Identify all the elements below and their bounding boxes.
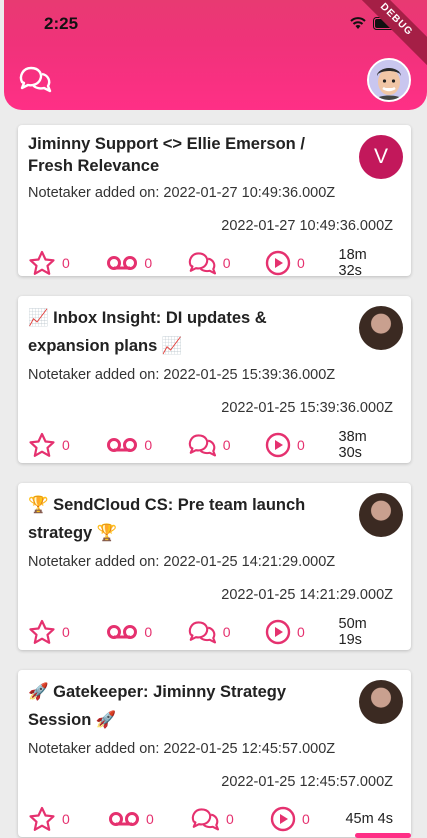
avatar: V xyxy=(359,135,403,179)
star-button[interactable]: 0 xyxy=(28,432,106,458)
comments-button[interactable]: 0 xyxy=(187,250,265,276)
card-title: 📈 Inbox Insight: DI updates & expansion … xyxy=(28,309,267,355)
card-date: 2022-01-25 15:39:36.000Z xyxy=(221,400,393,416)
cartoon-face-icon xyxy=(369,60,409,100)
duration: 38m 30s xyxy=(338,429,367,461)
card-title: Jiminny Support <> Ellie Emerson / Fresh… xyxy=(28,135,305,175)
card-title: 🚀 Gatekeeper: Jiminny Strategy Session 🚀 xyxy=(28,683,287,729)
recording-list: Jiminny Support <> Ellie Emerson / Fresh… xyxy=(18,125,411,838)
voicemail-icon xyxy=(107,625,138,639)
play-button[interactable]: 0 xyxy=(270,806,345,832)
notetaker-added: Notetaker added on: 2022-01-25 14:21:29.… xyxy=(28,554,336,570)
play-button[interactable]: 0 xyxy=(265,619,338,645)
app-screen: 2:25 DEBUG Jiminny Support <> Ellie Emer… xyxy=(0,0,427,838)
star-button[interactable]: 0 xyxy=(28,619,106,645)
voicemail-button[interactable]: 0 xyxy=(106,255,186,271)
card-date: 2022-01-27 10:49:36.000Z xyxy=(221,218,393,234)
plays-count: 0 xyxy=(297,437,305,453)
avatar xyxy=(359,306,403,350)
plays-count: 0 xyxy=(302,811,310,827)
play-circle-icon xyxy=(265,250,291,276)
wifi-icon xyxy=(350,17,366,29)
voicemail-icon xyxy=(107,438,138,452)
comments-icon xyxy=(188,434,216,457)
star-count: 0 xyxy=(62,255,70,271)
comments-icon xyxy=(191,808,220,831)
card-actions: 0 0 0 0 50m 19s xyxy=(28,610,401,654)
comments-icon xyxy=(188,621,216,644)
notetaker-added: Notetaker added on: 2022-01-25 12:45:57.… xyxy=(28,741,336,757)
star-icon xyxy=(29,250,55,275)
comments-count: 0 xyxy=(222,624,231,640)
recording-card[interactable]: 📈 Inbox Insight: DI updates & expansion … xyxy=(18,296,411,463)
play-circle-icon xyxy=(270,806,296,832)
card-date: 2022-01-25 14:21:29.000Z xyxy=(221,587,393,603)
voicemail-icon xyxy=(109,812,139,826)
avatar xyxy=(359,493,403,537)
voicemail-count: 0 xyxy=(144,255,153,271)
voicemail-count: 0 xyxy=(144,624,153,640)
star-count: 0 xyxy=(62,624,70,640)
card-actions: 0 0 0 0 18m 32s xyxy=(28,241,401,285)
status-bar: 2:25 DEBUG xyxy=(4,0,427,74)
avatar xyxy=(359,680,403,724)
card-title: 🏆 SendCloud CS: Pre team launch strategy… xyxy=(28,496,306,542)
comments-count: 0 xyxy=(222,437,231,453)
voicemail-button[interactable]: 0 xyxy=(106,437,186,453)
star-icon xyxy=(29,619,55,644)
comments-count: 0 xyxy=(222,255,231,271)
plays-count: 0 xyxy=(297,255,305,271)
duration: 18m 32s xyxy=(338,247,367,279)
comments-icon xyxy=(188,252,216,275)
card-actions: 0 0 0 0 38m 30s xyxy=(28,423,401,467)
home-indicator xyxy=(355,833,411,838)
app-header: 2:25 DEBUG xyxy=(4,0,427,110)
duration: 45m 4s xyxy=(345,811,393,827)
profile-avatar[interactable] xyxy=(367,58,411,102)
duration: 50m 19s xyxy=(338,616,367,648)
voicemail-count: 0 xyxy=(144,437,153,453)
star-button[interactable]: 0 xyxy=(28,250,106,276)
star-icon xyxy=(29,432,55,457)
voicemail-icon xyxy=(107,256,138,270)
voicemail-count: 0 xyxy=(146,811,154,827)
play-button[interactable]: 0 xyxy=(265,250,338,276)
star-count: 0 xyxy=(62,437,70,453)
play-circle-icon xyxy=(265,432,291,458)
star-count: 0 xyxy=(62,811,70,827)
card-actions: 0 0 0 0 45m 4s xyxy=(28,797,401,838)
recording-card[interactable]: 🏆 SendCloud CS: Pre team launch strategy… xyxy=(18,483,411,650)
comments-count: 0 xyxy=(226,811,234,827)
comments-button[interactable]: 0 xyxy=(187,432,265,458)
chat-bubbles-icon[interactable] xyxy=(18,64,52,94)
star-button[interactable]: 0 xyxy=(28,806,108,832)
comments-button[interactable]: 0 xyxy=(190,806,270,832)
notetaker-added: Notetaker added on: 2022-01-25 15:39:36.… xyxy=(28,367,336,383)
star-icon xyxy=(29,806,55,831)
comments-button[interactable]: 0 xyxy=(187,619,265,645)
notetaker-added: Notetaker added on: 2022-01-27 10:49:36.… xyxy=(28,185,336,201)
play-button[interactable]: 0 xyxy=(265,432,338,458)
card-date: 2022-01-25 12:45:57.000Z xyxy=(221,774,393,790)
voicemail-button[interactable]: 0 xyxy=(108,811,190,827)
voicemail-button[interactable]: 0 xyxy=(106,624,186,640)
status-time: 2:25 xyxy=(44,14,79,33)
recording-card[interactable]: Jiminny Support <> Ellie Emerson / Fresh… xyxy=(18,125,411,279)
play-circle-icon xyxy=(265,619,291,645)
plays-count: 0 xyxy=(297,624,305,640)
recording-card[interactable]: 🚀 Gatekeeper: Jiminny Strategy Session 🚀… xyxy=(18,670,411,837)
